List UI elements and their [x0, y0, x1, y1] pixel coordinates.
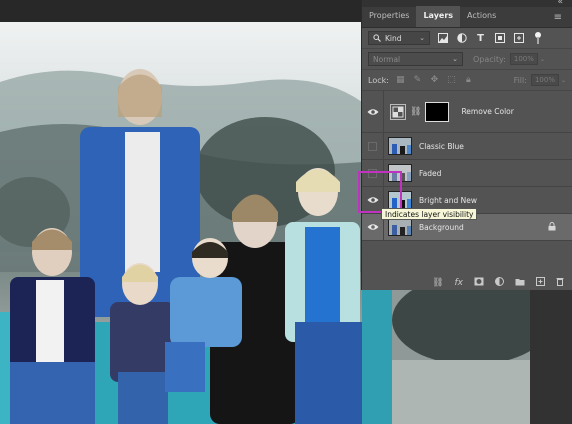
- chevron-down-icon[interactable]: ⌄: [561, 77, 566, 84]
- hidden-box-icon: [368, 141, 377, 151]
- visibility-highlight-box: [358, 171, 402, 213]
- layer-name: Remove Color: [461, 107, 514, 116]
- visibility-toggle[interactable]: [362, 90, 384, 133]
- chevron-down-icon: ⌄: [452, 55, 458, 63]
- layer-mask-thumbnail[interactable]: [425, 101, 450, 122]
- collapse-panel-icon[interactable]: «: [557, 0, 562, 7]
- shape-filter-icon[interactable]: [493, 32, 506, 45]
- chevron-down-icon[interactable]: ⌄: [540, 56, 545, 63]
- eye-icon: [367, 108, 378, 115]
- opacity-label: Opacity:: [473, 54, 506, 64]
- lock-transparent-pixels-icon[interactable]: ▦: [395, 75, 406, 86]
- layer-thumbnail: [388, 137, 412, 155]
- lock-artboard-icon[interactable]: ⬚: [446, 75, 457, 86]
- layer-name: Faded: [419, 168, 442, 178]
- smart-object-filter-icon[interactable]: [512, 32, 525, 45]
- link-layers-icon[interactable]: ⛓︎: [432, 278, 443, 288]
- lock-label: Lock:: [368, 75, 389, 85]
- panel-menu-icon[interactable]: ≡: [554, 12, 562, 23]
- layer-name: Bright and New: [419, 195, 478, 205]
- visibility-tooltip: Indicates layer visibility: [381, 208, 478, 220]
- image-filter-icon[interactable]: [436, 32, 449, 45]
- search-icon: [373, 34, 381, 42]
- layer-thumbnail: [388, 218, 412, 236]
- fill-input[interactable]: 100%: [530, 74, 559, 86]
- opacity-input[interactable]: 100%: [509, 53, 538, 65]
- layers-panel-footer: ⛓︎ fx: [362, 276, 572, 290]
- new-group-icon[interactable]: [515, 278, 525, 289]
- visibility-toggle[interactable]: [362, 132, 384, 160]
- panel-tabs: Properties Layers Actions ≡: [362, 6, 572, 28]
- layer-name: Classic Blue: [419, 141, 464, 151]
- layers-panel: « Properties Layers Actions ≡ Kind ⌄ T N…: [361, 0, 572, 290]
- layer-row[interactable]: Classic Blue: [362, 132, 572, 160]
- canvas-top-strip: [0, 0, 362, 22]
- new-layer-icon[interactable]: [536, 277, 545, 289]
- blend-mode-dropdown[interactable]: Normal ⌄: [368, 52, 463, 66]
- link-icon[interactable]: ⛓︎: [410, 107, 421, 117]
- blend-opacity-row: Normal ⌄ Opacity: 100% ⌄: [362, 49, 572, 70]
- lock-icon[interactable]: [548, 222, 556, 233]
- canvas-pasteboard: [530, 290, 572, 424]
- tab-layers[interactable]: Layers: [416, 6, 461, 27]
- layer-filter-row: Kind ⌄ T: [362, 28, 572, 49]
- filter-kind-dropdown[interactable]: Kind ⌄: [368, 31, 430, 45]
- tab-actions[interactable]: Actions: [460, 6, 503, 27]
- layer-row[interactable]: ⛓︎ Remove Color: [362, 90, 572, 133]
- filter-toggle-icon[interactable]: [531, 32, 544, 45]
- photo-background-continuation: [362, 290, 530, 424]
- chevron-down-icon: ⌄: [419, 34, 425, 42]
- delete-layer-icon[interactable]: [556, 277, 564, 289]
- fx-icon[interactable]: fx: [455, 278, 464, 288]
- lock-fill-row: Lock: ▦ ✎ ✥ ⬚ 🔒︎ Fill: 100% ⌄: [362, 70, 572, 91]
- fill-label: Fill:: [513, 75, 527, 85]
- add-mask-icon[interactable]: [474, 277, 484, 289]
- filter-kind-value: Kind: [385, 33, 402, 43]
- new-adjustment-layer-icon[interactable]: [495, 277, 504, 289]
- eye-icon: [367, 224, 378, 230]
- type-filter-icon[interactable]: T: [474, 32, 487, 45]
- layer-name: Background: [419, 222, 464, 232]
- lock-all-icon[interactable]: 🔒︎: [463, 75, 474, 86]
- black-and-white-adjustment-icon: [390, 103, 406, 120]
- tab-properties[interactable]: Properties: [362, 6, 416, 27]
- family-photo: [0, 22, 362, 424]
- adjustment-filter-icon[interactable]: [455, 32, 468, 45]
- lock-position-icon[interactable]: ✥: [429, 75, 440, 86]
- blend-mode-value: Normal: [373, 54, 401, 64]
- lock-image-pixels-icon[interactable]: ✎: [412, 75, 423, 86]
